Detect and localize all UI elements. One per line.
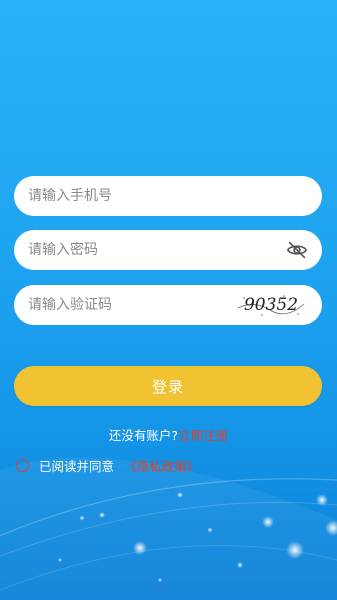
privacy-policy-link[interactable]: 《隐私政策》 <box>124 456 199 475</box>
register-row: 还没有账户?立即注册 <box>0 425 337 444</box>
register-link[interactable]: 立即注册 <box>178 428 228 443</box>
verification-code-input[interactable] <box>28 297 228 313</box>
agreement-row: 已阅读并同意 《隐私政策》 <box>16 456 199 475</box>
password-input[interactable] <box>28 242 280 258</box>
phone-input[interactable] <box>28 188 308 204</box>
phone-field[interactable] <box>14 176 322 216</box>
password-field[interactable] <box>14 230 322 270</box>
captcha-text: 90352 <box>243 295 299 315</box>
captcha-image[interactable]: 90352 <box>234 290 308 320</box>
register-prompt: 还没有账户? <box>108 428 179 443</box>
agreement-text: 已阅读并同意 <box>39 459 115 474</box>
eye-off-icon[interactable] <box>286 239 308 261</box>
login-button-label: 登录 <box>151 377 184 396</box>
verification-code-field[interactable]: 90352 <box>14 285 322 325</box>
agreement-radio[interactable] <box>16 459 29 472</box>
login-button[interactable]: 登录 <box>14 366 322 406</box>
